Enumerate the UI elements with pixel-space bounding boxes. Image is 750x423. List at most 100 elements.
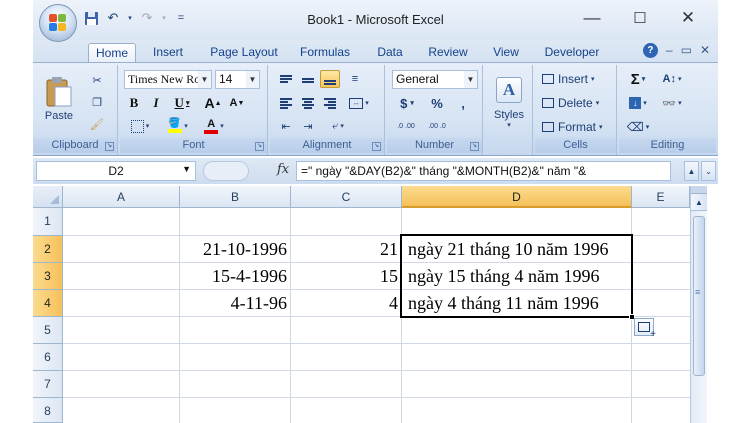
font-size-combo[interactable]: 14 ▼ bbox=[215, 70, 260, 89]
number-format-combo[interactable]: General ▼ bbox=[392, 70, 478, 89]
paste-button[interactable]: Paste bbox=[39, 69, 79, 129]
formula-input[interactable]: =" ngày "&DAY(B2)&" tháng "&MONTH(B2)&" … bbox=[296, 161, 671, 181]
split-box[interactable] bbox=[691, 186, 707, 194]
cell-d3[interactable]: ngày 15 tháng 4 năm 1996 bbox=[405, 263, 631, 289]
shrink-font-button[interactable]: A ▼ bbox=[226, 94, 248, 112]
select-all-button[interactable] bbox=[33, 186, 63, 208]
styles-button[interactable]: A Styles ▾ bbox=[489, 71, 529, 135]
expand-formula-bar-icon[interactable]: ⌄ bbox=[701, 161, 716, 181]
wrap-text-button[interactable]: ⤶ ▾ bbox=[322, 117, 354, 135]
insert-function-button[interactable]: fx bbox=[277, 162, 289, 177]
insert-cells-button[interactable]: Insert ▾ bbox=[538, 69, 614, 89]
orientation-button[interactable]: ≡ bbox=[344, 70, 366, 88]
tab-developer[interactable]: Developer bbox=[539, 43, 605, 62]
borders-button[interactable]: ▾ bbox=[124, 117, 156, 135]
tab-data[interactable]: Data bbox=[372, 43, 408, 62]
cell-b3[interactable]: 15-4-1996 bbox=[180, 263, 290, 289]
cell-d4[interactable]: ngày 4 tháng 11 năm 1996 bbox=[405, 290, 631, 316]
clear-button[interactable]: ⌫ ▾ bbox=[623, 117, 653, 137]
align-middle-button[interactable] bbox=[298, 70, 318, 88]
font-launcher-icon[interactable]: ↘ bbox=[255, 142, 264, 151]
tab-page-layout[interactable]: Page Layout bbox=[205, 43, 283, 62]
cell-c3[interactable]: 15 bbox=[291, 263, 401, 289]
help-icon[interactable]: ? bbox=[642, 43, 658, 58]
underline-button[interactable]: U ▾ bbox=[168, 94, 196, 112]
save-icon[interactable] bbox=[83, 10, 99, 26]
ribbon-restore-button[interactable]: ▭ bbox=[681, 43, 692, 58]
decrease-decimal-button[interactable]: .00 .0 bbox=[423, 117, 451, 137]
chevron-down-icon[interactable]: ▼ bbox=[182, 164, 191, 174]
column-header-c[interactable]: C bbox=[291, 186, 402, 208]
align-bottom-button[interactable] bbox=[320, 70, 340, 88]
tab-view[interactable]: View bbox=[487, 43, 525, 62]
cell-b2[interactable]: 21-10-1996 bbox=[180, 236, 290, 262]
alignment-launcher-icon[interactable]: ↘ bbox=[372, 142, 381, 151]
merge-center-button[interactable]: ↔ ▾ bbox=[344, 94, 374, 112]
bold-button[interactable]: B bbox=[124, 94, 144, 112]
sort-filter-button[interactable]: A↕ ▾ bbox=[657, 69, 687, 89]
row-header-8[interactable]: 8 bbox=[33, 398, 63, 423]
close-button[interactable]: ✕ bbox=[664, 4, 712, 32]
decrease-indent-button[interactable]: ⇤ bbox=[276, 117, 296, 135]
font-name-combo[interactable]: Times New Ro ▼ bbox=[124, 70, 212, 89]
currency-button[interactable]: $ ▾ bbox=[392, 94, 422, 112]
ribbon-close-button[interactable]: ✕ bbox=[700, 43, 710, 58]
ribbon-minimize-button[interactable]: – bbox=[666, 43, 673, 58]
tab-home[interactable]: Home bbox=[88, 43, 136, 62]
row-header-2[interactable]: 2 bbox=[33, 236, 63, 263]
office-button[interactable] bbox=[39, 4, 77, 42]
find-select-button[interactable]: 👓 ▾ bbox=[657, 93, 687, 113]
autosum-button[interactable]: Σ ▾ bbox=[623, 69, 653, 89]
cut-button[interactable]: ✂ bbox=[87, 71, 107, 89]
undo-dropdown-icon[interactable]: ▾ bbox=[127, 10, 133, 26]
chevron-down-icon[interactable]: ▼ bbox=[198, 71, 211, 88]
column-header-d[interactable]: D bbox=[402, 186, 632, 208]
tab-insert[interactable]: Insert bbox=[143, 43, 193, 62]
column-header-a[interactable]: A bbox=[63, 186, 180, 208]
vertical-scrollbar[interactable]: ▲ bbox=[690, 186, 707, 423]
align-top-button[interactable] bbox=[276, 70, 296, 88]
cell-c4[interactable]: 4 bbox=[291, 290, 401, 316]
cell-c2[interactable]: 21 bbox=[291, 236, 401, 262]
align-center-button[interactable] bbox=[298, 94, 318, 112]
format-cells-button[interactable]: Format ▾ bbox=[538, 117, 614, 137]
copy-button[interactable]: ❐ bbox=[87, 93, 107, 111]
clipboard-launcher-icon[interactable]: ↘ bbox=[105, 142, 114, 151]
grow-font-button[interactable]: A ▲ bbox=[202, 94, 224, 112]
formula-bar-splitter[interactable] bbox=[203, 161, 249, 181]
cell-b4[interactable]: 4-11-96 bbox=[180, 290, 290, 316]
worksheet-grid[interactable]: A B C D E 1 2 3 4 5 6 7 8 21-10-1996 21 … bbox=[33, 186, 718, 423]
increase-decimal-button[interactable]: .0 .00 bbox=[392, 117, 420, 137]
increase-indent-button[interactable]: ⇥ bbox=[298, 117, 318, 135]
fill-button[interactable]: ↓ ▾ bbox=[623, 93, 653, 113]
scroll-up-icon[interactable]: ▲ bbox=[691, 194, 707, 211]
align-left-button[interactable] bbox=[276, 94, 296, 112]
maximize-button[interactable]: ☐ bbox=[616, 4, 664, 32]
row-header-6[interactable]: 6 bbox=[33, 344, 63, 371]
row-header-3[interactable]: 3 bbox=[33, 263, 63, 290]
comma-button[interactable]: , bbox=[453, 94, 473, 112]
minimize-button[interactable]: — bbox=[568, 4, 616, 32]
row-header-1[interactable]: 1 bbox=[33, 208, 63, 236]
tab-review[interactable]: Review bbox=[423, 43, 473, 62]
auto-fill-options-button[interactable] bbox=[634, 318, 656, 340]
row-header-7[interactable]: 7 bbox=[33, 371, 63, 398]
font-color-button[interactable]: A ▾ bbox=[198, 117, 230, 135]
tab-formulas[interactable]: Formulas bbox=[296, 43, 354, 62]
redo-icon[interactable]: ↷ bbox=[139, 10, 155, 26]
chevron-down-icon[interactable]: ▼ bbox=[246, 71, 259, 88]
row-header-4[interactable]: 4 bbox=[33, 290, 63, 317]
align-right-button[interactable] bbox=[320, 94, 340, 112]
column-header-e[interactable]: E bbox=[632, 186, 690, 208]
scrollbar-thumb[interactable] bbox=[693, 216, 705, 376]
chevron-down-icon[interactable]: ▼ bbox=[464, 71, 477, 88]
undo-icon[interactable]: ↶ bbox=[105, 10, 121, 26]
scroll-up-icon[interactable]: ▲ bbox=[684, 161, 699, 181]
percent-button[interactable]: % bbox=[427, 94, 447, 112]
redo-dropdown-icon[interactable]: ▾ bbox=[161, 10, 167, 26]
column-header-b[interactable]: B bbox=[180, 186, 291, 208]
format-painter-button[interactable]: 🖌 bbox=[87, 115, 107, 133]
customize-qat-icon[interactable]: = bbox=[173, 10, 189, 26]
italic-button[interactable]: I bbox=[146, 94, 166, 112]
name-box[interactable]: D2 ▼ bbox=[36, 161, 196, 181]
